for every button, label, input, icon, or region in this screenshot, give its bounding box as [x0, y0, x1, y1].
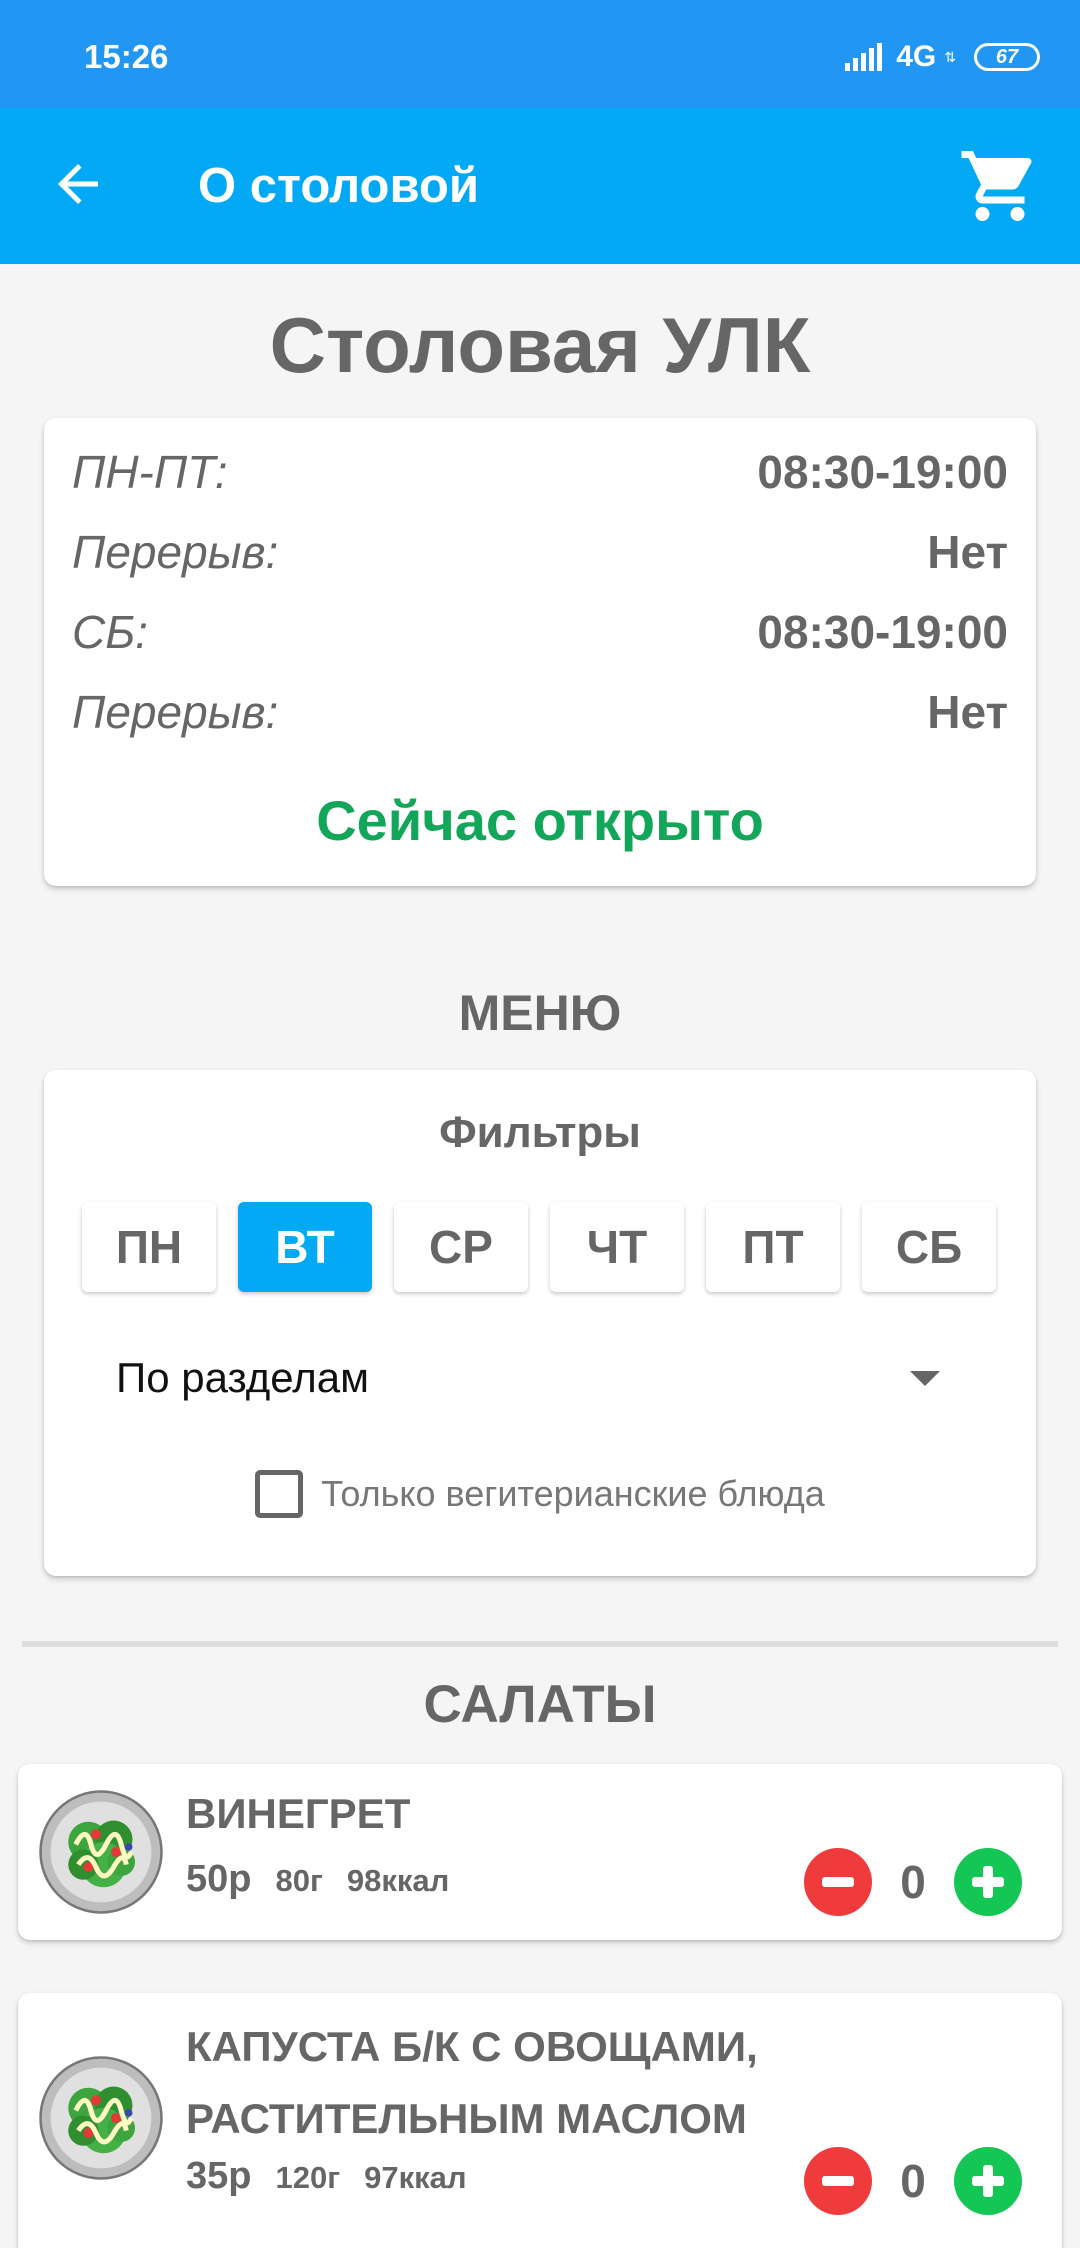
vegetarian-label[interactable]: Только вегитерианские блюда: [321, 1473, 825, 1515]
quantity-stepper: 0: [804, 2147, 1022, 2215]
schedule-label: Перерыв:: [72, 686, 279, 738]
filters-card: Фильтры ПН ВТ СР ЧТ ПТ СБ По разделам То…: [44, 1070, 1036, 1576]
plus-icon: [972, 1866, 1004, 1898]
dish-price: 35р: [186, 2155, 252, 2197]
status-bar: 15:26 4G ⇅ 67: [0, 0, 1080, 108]
quantity-value: 0: [900, 1856, 926, 1908]
minus-button[interactable]: [804, 1848, 872, 1916]
network-type: 4G: [896, 40, 937, 73]
schedule-value: Нет: [927, 526, 1008, 578]
schedule-row: СБ: 08:30-19:00: [72, 602, 1008, 662]
dish-weight: 120г: [275, 2160, 341, 2195]
schedule-row: Перерыв: Нет: [72, 522, 1008, 582]
vegetarian-checkbox[interactable]: [255, 1470, 304, 1518]
menu-title: МЕНЮ: [458, 985, 622, 1041]
schedule-label: СБ:: [72, 606, 148, 658]
filters-title: Фильтры: [439, 1108, 641, 1157]
dish-meta: 35р 120г 97ккал: [186, 2155, 467, 2198]
day-button-tue[interactable]: ВТ: [238, 1202, 372, 1292]
arrow-left-icon[interactable]: [48, 154, 108, 214]
schedule-value: Нет: [927, 686, 1008, 738]
dish-name: ВИНЕГРЕТ: [186, 1790, 411, 1837]
minus-icon: [822, 2176, 854, 2186]
day-button-wed[interactable]: СР: [394, 1202, 528, 1292]
section-title: САЛАТЫ: [423, 1675, 657, 1734]
schedule-label: ПН-ПТ:: [72, 446, 228, 498]
grouping-value: По разделам: [116, 1354, 370, 1401]
dish-calories: 97ккал: [364, 2160, 467, 2195]
minus-icon: [822, 1877, 854, 1887]
day-button-sat[interactable]: СБ: [862, 1202, 996, 1292]
dropdown-arrow-icon: [910, 1370, 940, 1386]
battery-level: 67: [995, 45, 1019, 68]
signal-icon: [845, 43, 883, 71]
salad-icon: [39, 1790, 163, 1914]
status-time: 15:26: [84, 38, 169, 75]
dish-weight: 80г: [275, 1863, 323, 1898]
schedule-value: 08:30-19:00: [757, 446, 1008, 498]
schedule-value: 08:30-19:00: [757, 606, 1008, 658]
schedule-row: ПН-ПТ: 08:30-19:00: [72, 442, 1008, 502]
quantity-value: 0: [900, 2155, 926, 2207]
open-status: Сейчас открыто: [316, 789, 764, 852]
schedule-row: Перерыв: Нет: [72, 682, 1008, 742]
grouping-select[interactable]: По разделам: [116, 1338, 940, 1418]
day-button-mon[interactable]: ПН: [82, 1202, 216, 1292]
page-title: О столовой: [198, 159, 479, 213]
dish-calories: 98ккал: [346, 1863, 450, 1898]
status-indicators: 4G ⇅ 67: [845, 40, 1040, 74]
divider: [22, 1641, 1058, 1647]
battery-icon: 67: [974, 43, 1040, 71]
day-button-fri[interactable]: ПТ: [706, 1202, 840, 1292]
schedule-card: ПН-ПТ: 08:30-19:00 Перерыв: Нет СБ: 08:3…: [44, 418, 1036, 886]
data-activity-icon: ⇅: [944, 48, 956, 65]
plus-button[interactable]: [954, 2147, 1022, 2215]
plus-button[interactable]: [954, 1848, 1022, 1916]
quantity-stepper: 0: [804, 1848, 1022, 1916]
dish-meta: 50р 80г 98ккал: [186, 1858, 449, 1901]
canteen-title: Столовая УЛК: [269, 301, 811, 389]
minus-button[interactable]: [804, 2147, 872, 2215]
dish-card[interactable]: ВИНЕГРЕТ 50р 80г 98ккал 0: [18, 1764, 1062, 1940]
day-button-thu[interactable]: ЧТ: [550, 1202, 684, 1292]
salad-icon: [39, 2056, 163, 2180]
vegetarian-filter: Только вегитерианские блюда: [44, 1470, 1036, 1518]
plus-icon: [972, 2165, 1004, 2197]
dish-card[interactable]: КАПУСТА Б/К С ОВОЩАМИ, РАСТИТЕЛЬНЫМ МАСЛ…: [18, 1993, 1062, 2248]
app-bar: О столовой: [0, 108, 1080, 264]
dish-name: КАПУСТА Б/К С ОВОЩАМИ, РАСТИТЕЛЬНЫМ МАСЛ…: [186, 2023, 758, 2142]
dish-price: 50р: [186, 1858, 252, 1900]
shopping-cart-icon[interactable]: [958, 144, 1042, 228]
schedule-label: Перерыв:: [72, 526, 279, 578]
